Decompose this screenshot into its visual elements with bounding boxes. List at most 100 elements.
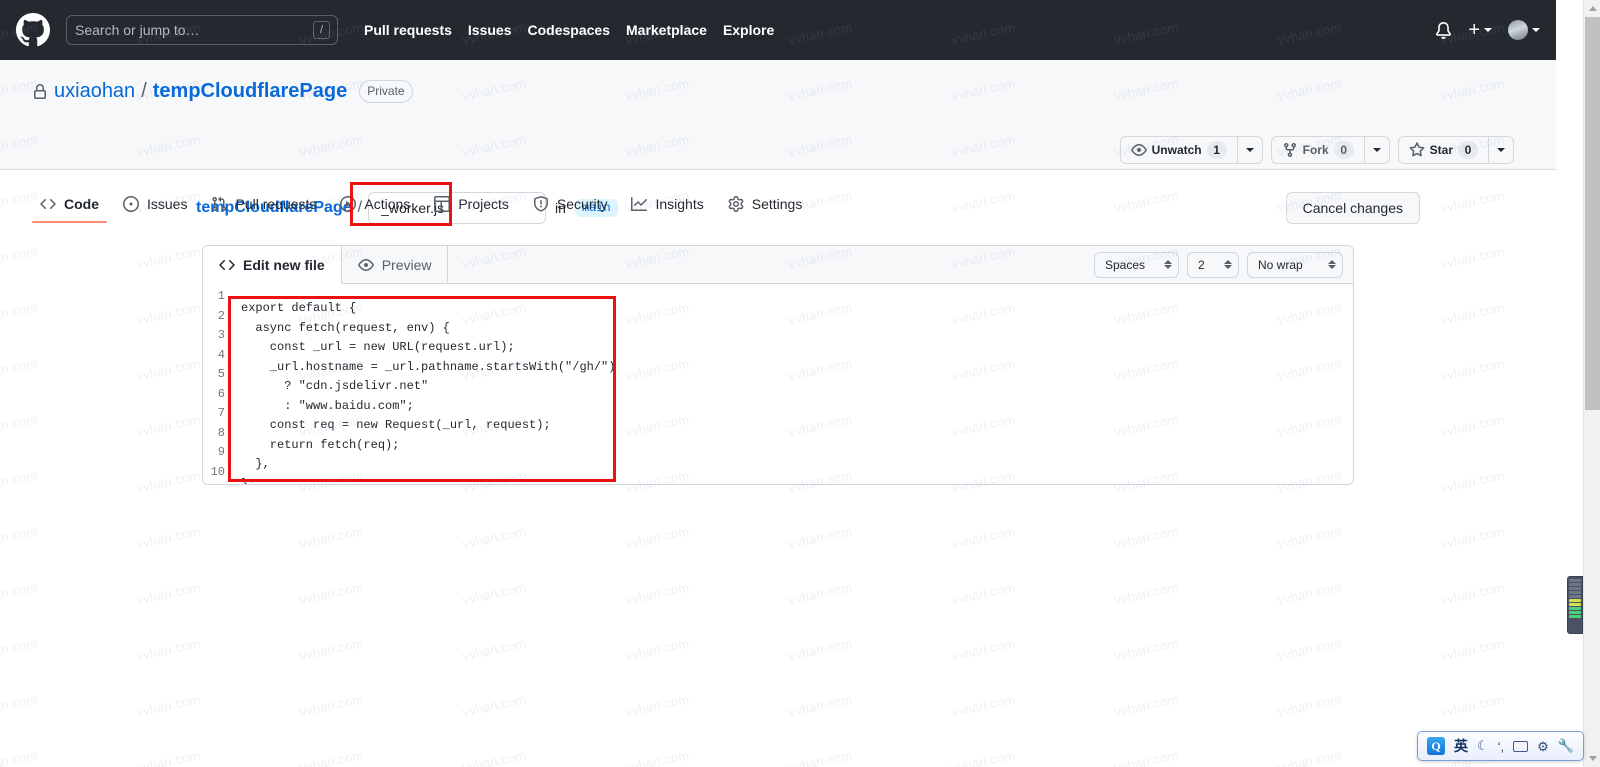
git-pull-request-icon [212, 196, 227, 212]
line-number: 5 [217, 367, 225, 381]
stepper-arrows-icon [1164, 260, 1172, 269]
star-count: 0 [1458, 141, 1478, 159]
punctuation-icon[interactable]: ‘, [1498, 740, 1505, 753]
fork-count: 0 [1333, 141, 1354, 159]
meter-segment [1569, 587, 1581, 590]
search-input[interactable]: Search or jump to… / [66, 15, 338, 45]
keyboard-icon[interactable] [1513, 740, 1529, 752]
tab-pull-requests[interactable]: Pull requests [203, 188, 324, 222]
nav-pull-requests[interactable]: Pull requests [364, 22, 452, 38]
github-mark-icon[interactable] [16, 13, 50, 47]
tab-actions-label: Actions [364, 196, 411, 212]
tab-security-label: Security [556, 196, 608, 212]
unwatch-button[interactable]: Unwatch 1 [1119, 136, 1237, 164]
side-meter-widget[interactable] [1567, 576, 1583, 634]
stepper-arrows-icon [1328, 260, 1336, 269]
toolbox-icon[interactable]: ⚙ [1537, 740, 1549, 753]
tab-settings[interactable]: Settings [720, 188, 811, 222]
chevron-down-icon [1588, 756, 1597, 761]
meter-segment [1569, 611, 1581, 614]
ime-mode-toggle[interactable]: 英 [1454, 739, 1468, 753]
tab-actions[interactable]: Actions [332, 188, 418, 222]
nav-issues[interactable]: Issues [468, 22, 512, 38]
line-number: 11 [203, 482, 225, 484]
ime-logo-icon[interactable]: Q [1427, 737, 1445, 755]
table-icon [434, 196, 451, 212]
wrap-mode-select[interactable]: No wrap [1247, 251, 1343, 278]
fork-button[interactable]: Fork 0 [1270, 136, 1364, 164]
nav-explore[interactable]: Explore [723, 22, 774, 38]
watch-dropdown-button[interactable] [1236, 136, 1263, 164]
graph-icon [631, 197, 648, 211]
tab-insights-label: Insights [655, 196, 704, 212]
cancel-changes-button[interactable]: Cancel changes [1285, 192, 1420, 224]
ime-toolbar[interactable]: Q 英 ☾ ‘, ⚙ 🔧 [1417, 731, 1584, 761]
chevron-down-icon [1497, 148, 1505, 152]
repository-tabs: Code Issues Pull requests Actions Projec… [32, 188, 811, 223]
tab-preview[interactable]: Preview [342, 246, 449, 283]
plus-icon: + [1468, 19, 1480, 41]
indent-size-select[interactable]: 2 [1187, 251, 1239, 278]
scroll-down-button[interactable] [1584, 750, 1600, 767]
star-button-group: Star 0 [1397, 136, 1514, 164]
moon-icon[interactable]: ☾ [1477, 738, 1489, 754]
editor-settings: Spaces 2 No wrap [1094, 246, 1353, 283]
meter-segment [1569, 579, 1581, 582]
eye-icon [357, 258, 374, 271]
star-dropdown-button[interactable] [1488, 136, 1514, 164]
wrench-icon[interactable]: 🔧 [1558, 738, 1574, 754]
fork-label: Fork [1302, 143, 1329, 157]
meter-segment [1569, 599, 1581, 602]
chevron-down-icon [1532, 28, 1540, 32]
code-icon [219, 259, 235, 270]
repo-visibility-badge: Private [359, 80, 413, 103]
tab-issues[interactable]: Issues [115, 188, 195, 222]
line-number: 6 [217, 386, 225, 401]
scroll-up-button[interactable] [1584, 0, 1600, 17]
unwatch-label: Unwatch [1151, 143, 1202, 157]
code-icon [40, 198, 56, 210]
line-number: 3 [217, 328, 225, 342]
tab-code[interactable]: Code [32, 188, 107, 223]
watch-count: 1 [1206, 141, 1227, 159]
tab-projects[interactable]: Projects [426, 188, 517, 222]
fork-dropdown-button[interactable] [1363, 136, 1390, 164]
tab-issues-label: Issues [147, 196, 188, 212]
nav-codespaces[interactable]: Codespaces [528, 22, 610, 38]
code-editor-area[interactable]: 1 2 3 4 5 6 7 8 9 10 11 export default { async fet… [203, 284, 1353, 484]
line-number: 10 [210, 464, 225, 479]
cancel-changes-label: Cancel changes [1302, 200, 1403, 216]
watch-button-group: Unwatch 1 [1119, 136, 1263, 164]
user-menu[interactable] [1508, 20, 1540, 40]
global-nav: Pull requests Issues Codespaces Marketpl… [364, 22, 774, 38]
scrollbar-thumb[interactable] [1585, 17, 1600, 410]
tab-projects-label: Projects [458, 196, 509, 212]
tab-security[interactable]: Security [525, 188, 616, 222]
star-button[interactable]: Star 0 [1397, 136, 1488, 164]
tab-edit-new-file[interactable]: Edit new file [203, 246, 342, 284]
meter-segment [1569, 591, 1581, 594]
nav-marketplace[interactable]: Marketplace [626, 22, 707, 38]
eye-icon [1130, 144, 1147, 156]
wrap-mode-value: No wrap [1258, 257, 1303, 272]
page-scrollbar[interactable] [1583, 0, 1600, 767]
chevron-up-icon [1588, 6, 1597, 11]
repo-forked-icon [1283, 143, 1296, 158]
lock-icon [32, 83, 48, 100]
indent-mode-value: Spaces [1105, 257, 1146, 272]
code-content[interactable]: export default { async fetch(request, en… [229, 299, 615, 484]
repo-owner-link[interactable]: uxiaohan [54, 80, 135, 103]
star-label: Star [1429, 143, 1453, 157]
tab-insights[interactable]: Insights [623, 188, 711, 222]
bell-icon[interactable] [1435, 21, 1452, 39]
repo-path-separator: / [141, 80, 147, 102]
indent-mode-select[interactable]: Spaces [1094, 251, 1179, 278]
repository-header: uxiaohan / tempCloudflarePage Private Un… [0, 60, 1556, 223]
line-number: 2 [217, 308, 225, 323]
meter-segment [1569, 607, 1581, 610]
tab-edit-new-file-label: Edit new file [243, 256, 325, 273]
create-new-menu[interactable]: + [1468, 20, 1492, 40]
star-icon [1409, 142, 1425, 157]
repo-name-link[interactable]: tempCloudflarePage [153, 80, 347, 103]
chevron-down-icon [1245, 148, 1254, 152]
